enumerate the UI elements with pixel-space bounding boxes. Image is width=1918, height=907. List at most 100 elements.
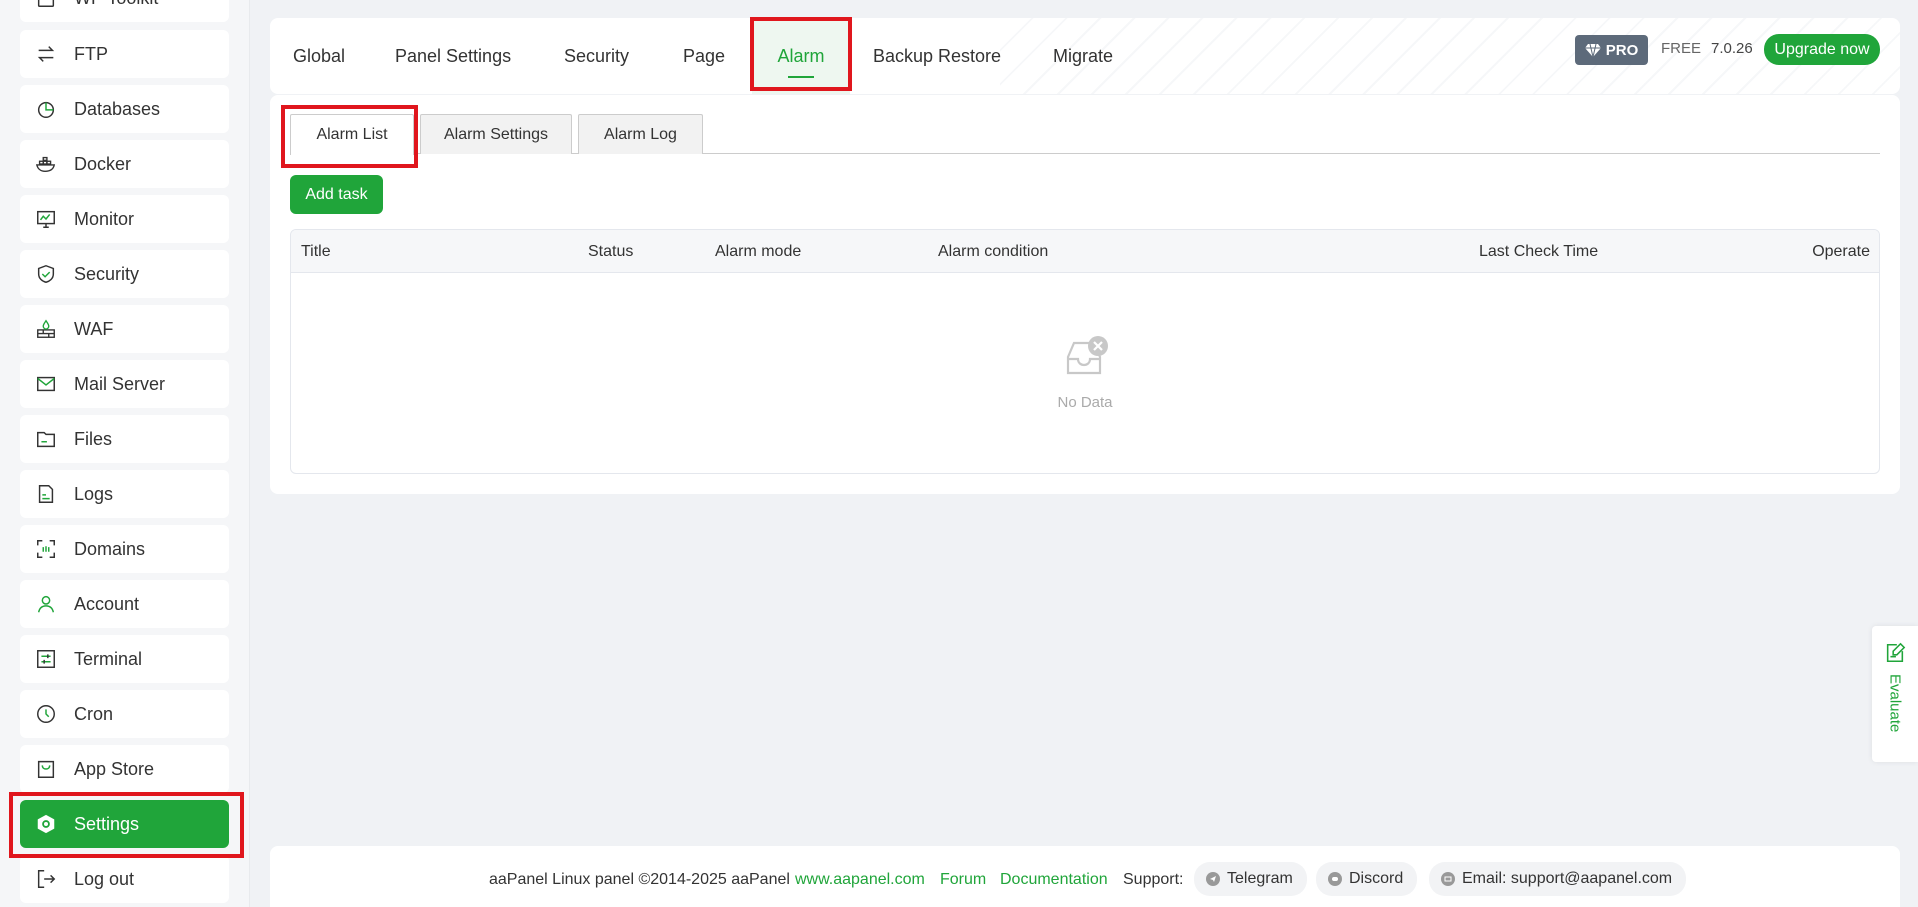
pro-label: PRO [1605,41,1639,59]
email-icon [1441,872,1455,886]
sidebar-item-label: Domains [74,538,146,559]
firewall-icon [34,317,58,341]
telegram-icon [1206,872,1220,886]
footer-support-label: Support: [1123,871,1184,888]
tab-label: Alarm [777,45,825,66]
sidebar-item-security[interactable]: Security [20,250,229,298]
table-header: Title Status Alarm mode Alarm condition … [291,230,1879,273]
sidebar-item-docker[interactable]: Docker [20,140,229,188]
sidebar-item-label: Files [74,428,113,449]
sidebar-item-label: Databases [74,98,161,119]
sidebar-item-monitor[interactable]: Monitor [20,195,229,243]
discord-label: Discord [1349,870,1404,887]
tab-label: Panel Settings [395,45,512,66]
sidebar-item-label: App Store [74,758,155,779]
tab-security[interactable]: Security [564,18,629,94]
tab-label: Migrate [1053,45,1114,66]
evaluate-label: Evaluate [1886,674,1904,733]
empty-state-text: No Data [1057,394,1113,411]
upgrade-now-button[interactable]: Upgrade now [1764,34,1880,65]
settings-icon [34,812,58,836]
tab-migrate[interactable]: Migrate [1053,18,1113,94]
sidebar-item-label: Log out [74,868,135,889]
footer-website-link[interactable]: www.aapanel.com [795,871,925,889]
sidebar: WP Toolkit FTP Databases Docker Monitor … [0,0,250,907]
sidebar-item-label: FTP [74,43,108,64]
empty-inbox-icon [1066,336,1108,375]
tab-page[interactable]: Page [683,18,725,94]
subtab-label: Alarm Log [604,125,677,143]
monitor-icon [34,207,58,231]
terminal-icon [34,647,58,671]
shield-icon [34,262,58,286]
email-label: Email: support@aapanel.com [1462,870,1673,887]
pro-badge[interactable]: PRO [1575,35,1648,65]
tab-label: Page [683,45,726,66]
sidebar-item-label: Cron [74,703,114,724]
tab-label: Global [293,45,346,66]
sidebar-item-domains[interactable]: Domains [20,525,229,573]
sidebar-item-label: Docker [74,153,132,174]
sidebar-item-label: Mail Server [74,373,166,394]
sidebar-item-logout[interactable]: Log out [20,855,229,903]
clock-icon [34,702,58,726]
sidebar-item-label: Security [74,263,140,284]
sidebar-item-label: Terminal [74,648,143,669]
subtab-alarm-list[interactable]: Alarm List [290,114,414,155]
sidebar-item-ftp[interactable]: FTP [20,30,229,78]
footer: aaPanel Linux panel ©2014-2025 aaPanel w… [270,846,1900,907]
edit-note-icon [1886,642,1906,663]
domain-icon [34,537,58,561]
sidebar-item-label: Settings [74,813,140,834]
sidebar-item-mail-server[interactable]: Mail Server [20,360,229,408]
tab-global[interactable]: Global [293,18,345,94]
user-icon [34,592,58,616]
sidebar-item-settings[interactable]: Settings [20,800,229,848]
telegram-label: Telegram [1227,870,1293,887]
sidebar-item-label: Logs [74,483,114,504]
sidebar-item-wp-toolkit[interactable]: WP Toolkit [20,0,229,22]
tab-label: Backup Restore [873,45,1002,66]
database-icon [34,97,58,121]
ftp-icon [34,42,58,66]
mail-icon [34,372,58,396]
free-label: FREE [1661,40,1702,57]
sidebar-item-cron[interactable]: Cron [20,690,229,738]
sidebar-item-databases[interactable]: Databases [20,85,229,133]
sidebar-item-waf[interactable]: WAF [20,305,229,353]
sidebar-item-app-store[interactable]: App Store [20,745,229,793]
subtab-label: Alarm Settings [443,125,549,143]
alarm-table: Title Status Alarm mode Alarm condition … [290,229,1880,474]
sidebar-item-label: Account [74,593,140,614]
column-header-alarm-mode: Alarm mode [715,243,802,260]
sidebar-item-account[interactable]: Account [20,580,229,628]
footer-telegram-link[interactable]: Telegram [1194,862,1307,896]
sidebar-item-logs[interactable]: Logs [20,470,229,518]
tab-backup-restore[interactable]: Backup Restore [873,18,1001,94]
add-task-button[interactable]: Add task [290,175,383,214]
folder-icon [34,427,58,451]
footer-documentation-link[interactable]: Documentation [1000,871,1108,889]
tab-panel-settings[interactable]: Panel Settings [395,18,511,94]
sidebar-item-label: WP Toolkit [74,0,158,9]
sidebar-item-files[interactable]: Files [20,415,229,463]
sidebar-item-terminal[interactable]: Terminal [20,635,229,683]
log-icon [34,482,58,506]
wp-toolkit-icon [34,0,58,10]
column-header-title: Title [301,243,331,260]
column-header-alarm-condition: Alarm condition [938,243,1049,260]
evaluate-button[interactable]: Evaluate [1872,626,1918,762]
app-store-icon [34,757,58,781]
active-tab-underline [788,76,814,78]
tab-alarm[interactable]: Alarm [752,18,850,94]
subtab-alarm-log[interactable]: Alarm Log [578,114,703,154]
footer-discord-link[interactable]: Discord [1316,862,1418,896]
footer-copyright: aaPanel Linux panel ©2014-2025 aaPanel [489,871,790,888]
discord-icon [1328,872,1342,886]
footer-email-link[interactable]: Email: support@aapanel.com [1429,862,1687,896]
sidebar-item-label: Monitor [74,208,135,229]
footer-forum-link[interactable]: Forum [940,871,986,889]
sidebar-item-label: WAF [74,318,114,339]
subtab-alarm-settings[interactable]: Alarm Settings [420,114,572,154]
column-header-operate: Operate [1812,243,1870,260]
